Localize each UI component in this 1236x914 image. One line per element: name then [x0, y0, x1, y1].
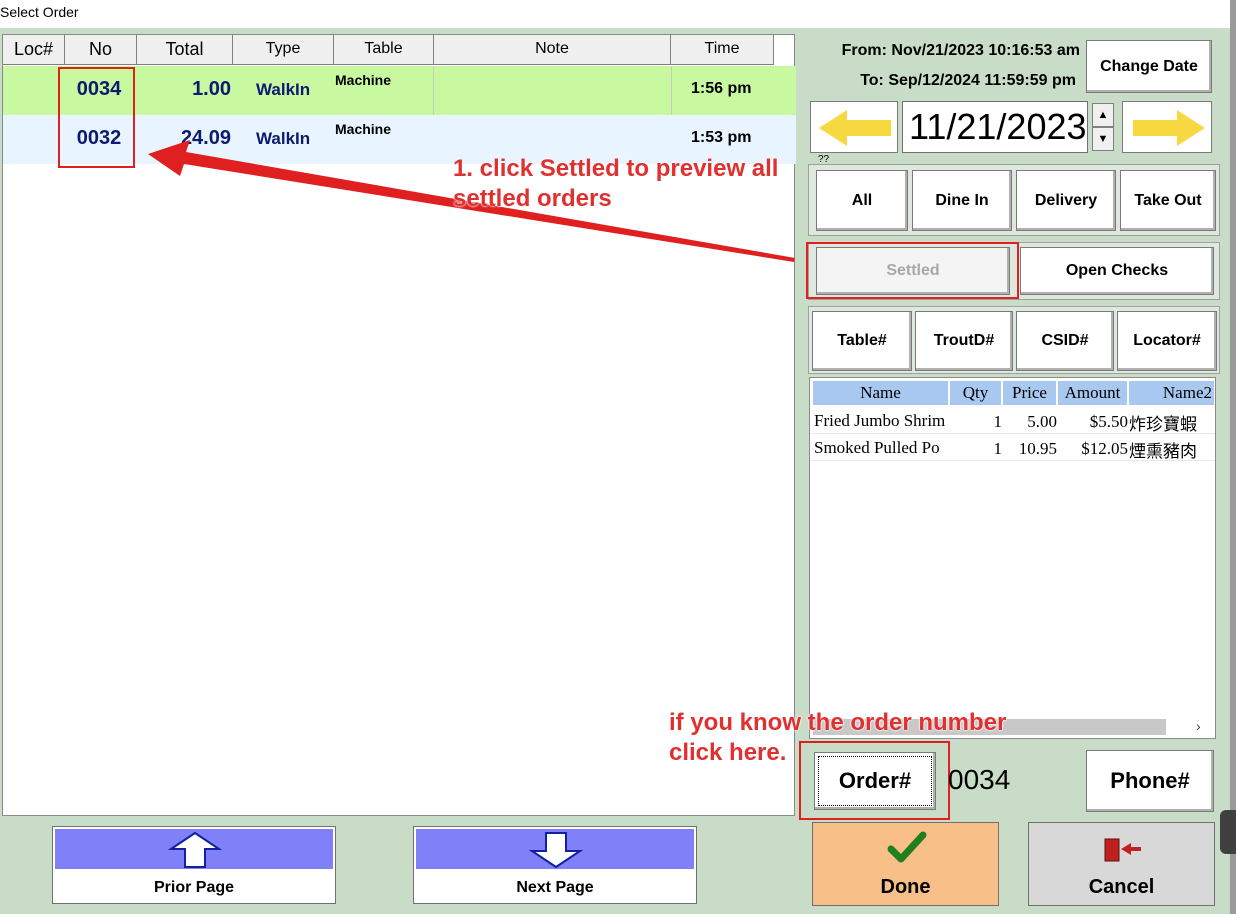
- filter-group-label: ??: [818, 154, 830, 165]
- search-locator-button[interactable]: Locator#: [1117, 311, 1217, 371]
- date-to: To: Sep/12/2024 11:59:59 pm: [860, 72, 1076, 89]
- date-input[interactable]: 11/21/2023: [902, 101, 1088, 153]
- order-number-value: 0034: [948, 764, 1011, 795]
- scroll-right-icon[interactable]: ›: [1196, 718, 1201, 734]
- exit-door-icon: [1104, 838, 1141, 862]
- item-qty: 1: [993, 439, 1003, 458]
- arrow-left-icon: [819, 110, 891, 146]
- item-name2: 煙熏豬肉: [1129, 442, 1197, 462]
- phone-number-button[interactable]: Phone#: [1086, 750, 1214, 812]
- checkmark-icon: [887, 831, 927, 863]
- caret-up-icon: ▲: [1097, 109, 1109, 121]
- search-csid-button[interactable]: CSID#: [1016, 311, 1114, 371]
- search-table-button[interactable]: Table#: [812, 311, 912, 371]
- items-col-amount[interactable]: Amount: [1058, 381, 1128, 405]
- order-time: 1:56 pm: [691, 80, 752, 97]
- prev-date-button[interactable]: [810, 101, 898, 153]
- window-title: Select Order: [0, 4, 79, 20]
- order-table: Machine: [335, 121, 392, 137]
- arrow-right-icon: [1133, 110, 1205, 146]
- col-header-type[interactable]: Type: [233, 35, 334, 65]
- date-from: From: Nov/21/2023 10:16:53 am: [841, 42, 1080, 59]
- window-titlebar: Select Order: [0, 0, 1230, 28]
- search-troutd-button[interactable]: TroutD#: [915, 311, 1013, 371]
- prior-page-button[interactable]: Prior Page: [52, 826, 336, 904]
- filter-take-out-button[interactable]: Take Out: [1120, 170, 1216, 231]
- filter-all-button[interactable]: All: [816, 170, 908, 231]
- cancel-label: Cancel: [1088, 876, 1155, 898]
- caret-down-icon: ▼: [1097, 133, 1109, 145]
- order-type: WalkIn: [256, 80, 311, 99]
- item-name: Smoked Pulled Po: [814, 438, 940, 457]
- next-page-label: Next Page: [516, 879, 594, 896]
- items-col-name2[interactable]: Name2: [1129, 381, 1215, 405]
- item-qty: 1: [993, 412, 1003, 431]
- item-name: Fried Jumbo Shrim: [814, 411, 946, 430]
- items-col-name[interactable]: Name: [813, 381, 949, 405]
- filter-dine-in-button[interactable]: Dine In: [912, 170, 1012, 231]
- annotation-settled-line2: settled orders: [453, 185, 612, 212]
- highlight-order-numbers: [58, 67, 135, 168]
- annotation-settled-line1: 1. click Settled to preview all: [453, 155, 779, 182]
- col-header-note[interactable]: Note: [434, 35, 671, 65]
- order-items-table: Name Qty Price Amount Name2 Fried Jumbo …: [809, 377, 1216, 739]
- items-col-qty[interactable]: Qty: [950, 381, 1002, 405]
- highlight-settled: [806, 242, 1019, 299]
- arrow-up-icon: [167, 831, 223, 868]
- annotation-order-line2: click here.: [669, 739, 787, 766]
- done-label: Done: [880, 876, 931, 898]
- filter-delivery-button[interactable]: Delivery: [1016, 170, 1116, 231]
- col-header-total[interactable]: Total: [137, 35, 233, 65]
- item-name2: 炸珍寶蝦: [1129, 415, 1197, 435]
- open-checks-button[interactable]: Open Checks: [1020, 247, 1214, 295]
- col-header-table[interactable]: Table: [334, 35, 434, 65]
- cell-divider: [671, 66, 672, 115]
- next-date-button[interactable]: [1122, 101, 1212, 153]
- col-header-time[interactable]: Time: [671, 35, 774, 65]
- side-handle[interactable]: [1220, 810, 1236, 854]
- done-button[interactable]: Done: [812, 822, 999, 906]
- prior-page-label: Prior Page: [153, 879, 235, 896]
- item-price: 5.00: [1027, 412, 1057, 431]
- order-table: Machine: [335, 72, 392, 88]
- table-row[interactable]: Fried Jumbo Shrim 1 5.00 $5.50 炸珍寶蝦: [810, 408, 1215, 435]
- col-header-no[interactable]: No: [65, 35, 137, 65]
- order-total: 1.00: [192, 78, 231, 100]
- table-row[interactable]: Smoked Pulled Po 1 10.95 $12.05 煙熏豬肉: [810, 435, 1215, 462]
- item-price: 10.95: [1018, 439, 1057, 458]
- change-date-button[interactable]: Change Date: [1086, 40, 1212, 93]
- item-amount: $12.05: [1081, 439, 1128, 458]
- date-spin-up[interactable]: ▲: [1092, 103, 1114, 127]
- date-spin-down[interactable]: ▼: [1092, 127, 1114, 151]
- col-header-loc[interactable]: Loc#: [3, 35, 65, 65]
- annotation-order-line1: if you know the order number: [669, 709, 1007, 736]
- next-page-button[interactable]: Next Page: [413, 826, 697, 904]
- items-col-price[interactable]: Price: [1003, 381, 1057, 405]
- window-edge: [1230, 0, 1236, 914]
- cell-divider: [433, 66, 434, 115]
- arrow-down-icon: [528, 832, 584, 869]
- highlight-order-button: [799, 741, 950, 820]
- cancel-button[interactable]: Cancel: [1028, 822, 1215, 906]
- item-amount: $5.50: [1089, 412, 1128, 431]
